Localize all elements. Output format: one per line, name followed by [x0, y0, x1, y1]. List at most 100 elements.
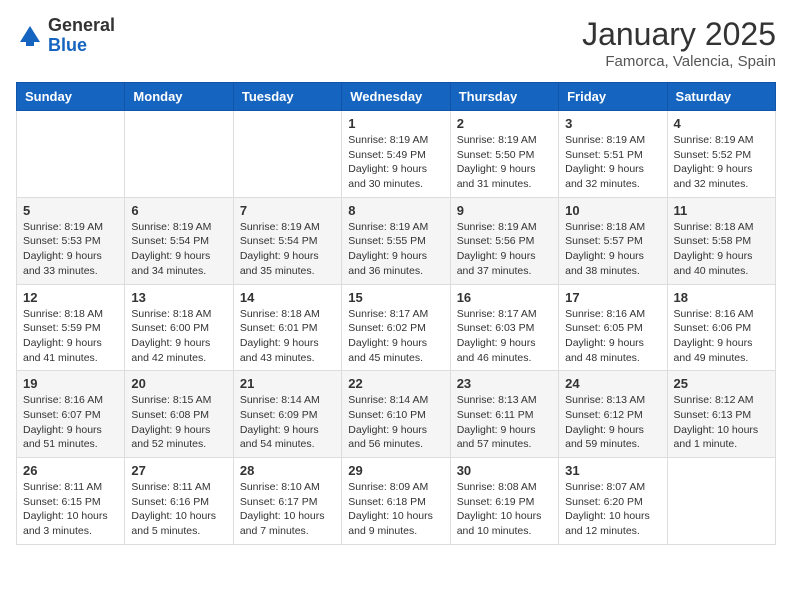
calendar-cell: [667, 458, 775, 545]
weekday-header-row: SundayMondayTuesdayWednesdayThursdayFrid…: [17, 83, 776, 111]
location: Famorca, Valencia, Spain: [582, 53, 776, 70]
day-info: Sunrise: 8:07 AM Sunset: 6:20 PM Dayligh…: [565, 480, 660, 539]
calendar-cell: 25 Sunrise: 8:12 AM Sunset: 6:13 PM Dayli…: [667, 371, 775, 458]
calendar-cell: 4Sunrise: 8:19 AM Sunset: 5:52 PM Daylig…: [667, 111, 775, 198]
day-info: Sunrise: 8:16 AM Sunset: 6:05 PM Dayligh…: [565, 307, 660, 366]
calendar-cell: 13 Sunrise: 8:18 AM Sunset: 6:00 PM Dayli…: [125, 284, 233, 371]
day-number: 19: [23, 376, 118, 391]
calendar-week-row: 1 Sunrise: 8:19 AM Sunset: 5:49 PM Daylig…: [17, 111, 776, 198]
day-number: 30: [457, 463, 552, 478]
weekday-header: Wednesday: [342, 83, 450, 111]
calendar-cell: 7 Sunrise: 8:19 AM Sunset: 5:54 PM Daylig…: [233, 197, 341, 284]
calendar-week-row: 5 Sunrise: 8:19 AM Sunset: 5:53 PM Daylig…: [17, 197, 776, 284]
day-number: 6: [131, 203, 226, 218]
calendar-cell: 12Sunrise: 8:18 AM Sunset: 5:59 PM Dayli…: [17, 284, 125, 371]
day-number: 20: [131, 376, 226, 391]
calendar-cell: 21 Sunrise: 8:14 AM Sunset: 6:09 PM Dayli…: [233, 371, 341, 458]
day-info: Sunrise: 8:09 AM Sunset: 6:18 PM Dayligh…: [348, 480, 443, 539]
day-number: 5: [23, 203, 118, 218]
calendar-cell: 23 Sunrise: 8:13 AM Sunset: 6:11 PM Dayli…: [450, 371, 558, 458]
calendar-cell: 8 Sunrise: 8:19 AM Sunset: 5:55 PM Daylig…: [342, 197, 450, 284]
calendar-cell: 17Sunrise: 8:16 AM Sunset: 6:05 PM Dayli…: [559, 284, 667, 371]
calendar-cell: 5 Sunrise: 8:19 AM Sunset: 5:53 PM Daylig…: [17, 197, 125, 284]
day-number: 15: [348, 290, 443, 305]
calendar-cell: 2 Sunrise: 8:19 AM Sunset: 5:50 PM Daylig…: [450, 111, 558, 198]
calendar-week-row: 12Sunrise: 8:18 AM Sunset: 5:59 PM Dayli…: [17, 284, 776, 371]
day-info: Sunrise: 8:10 AM Sunset: 6:17 PM Dayligh…: [240, 480, 335, 539]
day-number: 24: [565, 376, 660, 391]
day-info: Sunrise: 8:11 AM Sunset: 6:15 PM Dayligh…: [23, 480, 118, 539]
calendar-cell: 31 Sunrise: 8:07 AM Sunset: 6:20 PM Dayli…: [559, 458, 667, 545]
day-number: 3: [565, 116, 660, 131]
calendar-cell: 24 Sunrise: 8:13 AM Sunset: 6:12 PM Dayli…: [559, 371, 667, 458]
logo: General Blue: [16, 16, 115, 56]
calendar-cell: 1 Sunrise: 8:19 AM Sunset: 5:49 PM Daylig…: [342, 111, 450, 198]
day-info: Sunrise: 8:13 AM Sunset: 6:12 PM Dayligh…: [565, 393, 660, 452]
calendar-cell: 20 Sunrise: 8:15 AM Sunset: 6:08 PM Dayli…: [125, 371, 233, 458]
weekday-header: Sunday: [17, 83, 125, 111]
day-info: Sunrise: 8:16 AM Sunset: 6:07 PM Dayligh…: [23, 393, 118, 452]
weekday-header: Friday: [559, 83, 667, 111]
day-number: 18: [674, 290, 769, 305]
day-info: Sunrise: 8:19 AM Sunset: 5:53 PM Dayligh…: [23, 220, 118, 279]
weekday-header: Monday: [125, 83, 233, 111]
day-number: 21: [240, 376, 335, 391]
day-number: 12: [23, 290, 118, 305]
day-info: Sunrise: 8:19 AM Sunset: 5:54 PM Dayligh…: [240, 220, 335, 279]
logo-blue: Blue: [48, 35, 87, 55]
day-number: 11: [674, 203, 769, 218]
day-number: 29: [348, 463, 443, 478]
calendar-cell: 10Sunrise: 8:18 AM Sunset: 5:57 PM Dayli…: [559, 197, 667, 284]
calendar-cell: 9 Sunrise: 8:19 AM Sunset: 5:56 PM Daylig…: [450, 197, 558, 284]
day-number: 8: [348, 203, 443, 218]
calendar-cell: 30Sunrise: 8:08 AM Sunset: 6:19 PM Dayli…: [450, 458, 558, 545]
calendar-cell: 27Sunrise: 8:11 AM Sunset: 6:16 PM Dayli…: [125, 458, 233, 545]
day-number: 14: [240, 290, 335, 305]
weekday-header: Thursday: [450, 83, 558, 111]
day-info: Sunrise: 8:12 AM Sunset: 6:13 PM Dayligh…: [674, 393, 769, 452]
calendar-cell: [233, 111, 341, 198]
day-number: 22: [348, 376, 443, 391]
calendar-cell: 28 Sunrise: 8:10 AM Sunset: 6:17 PM Dayli…: [233, 458, 341, 545]
calendar-week-row: 26 Sunrise: 8:11 AM Sunset: 6:15 PM Dayli…: [17, 458, 776, 545]
day-number: 13: [131, 290, 226, 305]
calendar-cell: 3 Sunrise: 8:19 AM Sunset: 5:51 PM Daylig…: [559, 111, 667, 198]
title-block: January 2025 Famorca, Valencia, Spain: [582, 16, 776, 70]
logo-text: General Blue: [48, 16, 115, 56]
day-number: 31: [565, 463, 660, 478]
calendar-cell: 29 Sunrise: 8:09 AM Sunset: 6:18 PM Dayli…: [342, 458, 450, 545]
day-info: Sunrise: 8:16 AM Sunset: 6:06 PM Dayligh…: [674, 307, 769, 366]
calendar-cell: 11Sunrise: 8:18 AM Sunset: 5:58 PM Dayli…: [667, 197, 775, 284]
day-info: Sunrise: 8:19 AM Sunset: 5:51 PM Dayligh…: [565, 133, 660, 192]
day-info: Sunrise: 8:19 AM Sunset: 5:49 PM Dayligh…: [348, 133, 443, 192]
day-info: Sunrise: 8:18 AM Sunset: 6:00 PM Dayligh…: [131, 307, 226, 366]
day-number: 25: [674, 376, 769, 391]
day-info: Sunrise: 8:19 AM Sunset: 5:56 PM Dayligh…: [457, 220, 552, 279]
calendar-cell: 14Sunrise: 8:18 AM Sunset: 6:01 PM Dayli…: [233, 284, 341, 371]
day-number: 26: [23, 463, 118, 478]
month-title: January 2025: [582, 16, 776, 53]
day-info: Sunrise: 8:19 AM Sunset: 5:55 PM Dayligh…: [348, 220, 443, 279]
weekday-header: Tuesday: [233, 83, 341, 111]
day-number: 9: [457, 203, 552, 218]
day-number: 1: [348, 116, 443, 131]
day-info: Sunrise: 8:14 AM Sunset: 6:10 PM Dayligh…: [348, 393, 443, 452]
calendar-cell: 26 Sunrise: 8:11 AM Sunset: 6:15 PM Dayli…: [17, 458, 125, 545]
day-info: Sunrise: 8:13 AM Sunset: 6:11 PM Dayligh…: [457, 393, 552, 452]
day-info: Sunrise: 8:18 AM Sunset: 5:57 PM Dayligh…: [565, 220, 660, 279]
logo-general: General: [48, 15, 115, 35]
day-number: 23: [457, 376, 552, 391]
day-info: Sunrise: 8:19 AM Sunset: 5:50 PM Dayligh…: [457, 133, 552, 192]
day-number: 7: [240, 203, 335, 218]
calendar-week-row: 19 Sunrise: 8:16 AM Sunset: 6:07 PM Dayli…: [17, 371, 776, 458]
day-info: Sunrise: 8:15 AM Sunset: 6:08 PM Dayligh…: [131, 393, 226, 452]
calendar-cell: 18 Sunrise: 8:16 AM Sunset: 6:06 PM Dayli…: [667, 284, 775, 371]
day-number: 27: [131, 463, 226, 478]
weekday-header: Saturday: [667, 83, 775, 111]
calendar: SundayMondayTuesdayWednesdayThursdayFrid…: [16, 82, 776, 545]
calendar-cell: [17, 111, 125, 198]
day-info: Sunrise: 8:19 AM Sunset: 5:52 PM Dayligh…: [674, 133, 769, 192]
day-info: Sunrise: 8:14 AM Sunset: 6:09 PM Dayligh…: [240, 393, 335, 452]
day-number: 28: [240, 463, 335, 478]
day-number: 2: [457, 116, 552, 131]
